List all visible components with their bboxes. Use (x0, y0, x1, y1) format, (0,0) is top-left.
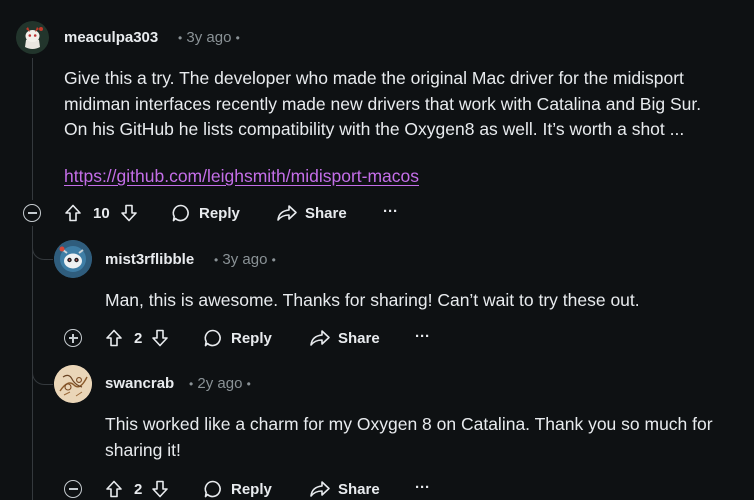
expand-button[interactable] (64, 329, 82, 347)
minus-icon (27, 212, 37, 214)
more-options-button[interactable]: ··· (415, 479, 430, 496)
avatar[interactable] (54, 365, 92, 403)
share-icon (310, 330, 330, 346)
comment-line: Give this a try. The developer who made … (64, 68, 684, 88)
more-options-button[interactable]: ··· (383, 203, 398, 220)
vote-score: 10 (93, 204, 110, 222)
minus-icon (68, 488, 78, 490)
comment-meta: • 2y ago • (189, 375, 251, 392)
more-options-icon: ··· (415, 479, 430, 496)
reply-button[interactable]: Reply (171, 203, 240, 223)
comment-meta: • 3y ago • (178, 29, 240, 46)
share-label: Share (338, 480, 380, 498)
collapse-button[interactable] (64, 480, 82, 498)
vote-score: 2 (134, 480, 143, 498)
comment-body: Man, this is awesome. Thanks for sharing… (105, 288, 640, 314)
share-label: Share (338, 329, 380, 347)
comment-time: 3y ago (186, 29, 232, 46)
reply-label: Reply (199, 204, 240, 222)
comment-icon (204, 329, 221, 347)
separator-dot: • (214, 253, 219, 267)
vote-group: 10 (63, 203, 139, 223)
comment-icon (204, 480, 221, 498)
comment-author[interactable]: mist3rflibble (105, 251, 194, 268)
comment-body: Give this a try. The developer who made … (64, 66, 701, 143)
share-button[interactable]: Share (276, 203, 347, 223)
reply-label: Reply (231, 480, 272, 498)
avatar[interactable] (54, 240, 92, 278)
share-icon (310, 481, 330, 497)
reply-label: Reply (231, 329, 272, 347)
comment-time: 2y ago (197, 375, 243, 392)
comment-author[interactable]: meaculpa303 (64, 29, 158, 46)
separator-dot: • (178, 31, 183, 45)
comment-line: midiman interfaces recently made new dri… (64, 93, 702, 114)
share-button[interactable]: Share (309, 479, 380, 499)
separator-dot: • (235, 31, 240, 45)
vote-group: 2 (104, 479, 170, 499)
comment-line: sharing it! (105, 439, 181, 460)
upvote-icon[interactable] (104, 479, 124, 499)
avatar-snoo-icon (54, 240, 92, 278)
comment-meta: • 3y ago • (214, 251, 276, 268)
downvote-icon[interactable] (150, 328, 170, 348)
comment-time: 3y ago (222, 251, 268, 268)
avatar-snoo-icon (16, 21, 49, 54)
thread-branch (32, 238, 53, 260)
separator-dot: • (189, 377, 194, 391)
upvote-icon[interactable] (63, 203, 83, 223)
comment-author[interactable]: swancrab (105, 375, 174, 392)
collapse-button[interactable] (23, 204, 41, 222)
more-options-button[interactable]: ··· (415, 328, 430, 345)
comment-link[interactable]: https://github.com/leighsmith/midisport-… (64, 166, 419, 187)
comment-line: This worked like a charm for my Oxygen 8… (105, 414, 713, 434)
more-options-icon: ··· (383, 203, 398, 220)
thread-line[interactable] (32, 58, 33, 200)
more-options-icon: ··· (415, 328, 430, 345)
separator-dot: • (271, 253, 276, 267)
reply-button[interactable]: Reply (203, 328, 272, 348)
share-button[interactable]: Share (309, 328, 380, 348)
share-icon (277, 205, 297, 221)
avatar[interactable] (16, 21, 49, 54)
avatar-drawing-icon (54, 365, 92, 403)
comment-body: This worked like a charm for my Oxygen 8… (105, 412, 713, 463)
downvote-icon[interactable] (150, 479, 170, 499)
comment-line: On his GitHub he lists compatibility wit… (64, 119, 685, 139)
reply-button[interactable]: Reply (203, 479, 272, 499)
comment-thread: meaculpa303 • 3y ago • Give this a try. … (0, 0, 754, 500)
upvote-icon[interactable] (104, 328, 124, 348)
vote-group: 2 (104, 328, 170, 348)
vote-score: 2 (134, 329, 143, 347)
thread-branch (32, 360, 53, 385)
comment-icon (172, 204, 189, 222)
separator-dot: • (246, 377, 251, 391)
downvote-icon[interactable] (119, 203, 139, 223)
comment-line: Man, this is awesome. Thanks for sharing… (105, 290, 640, 310)
share-label: Share (305, 204, 347, 222)
